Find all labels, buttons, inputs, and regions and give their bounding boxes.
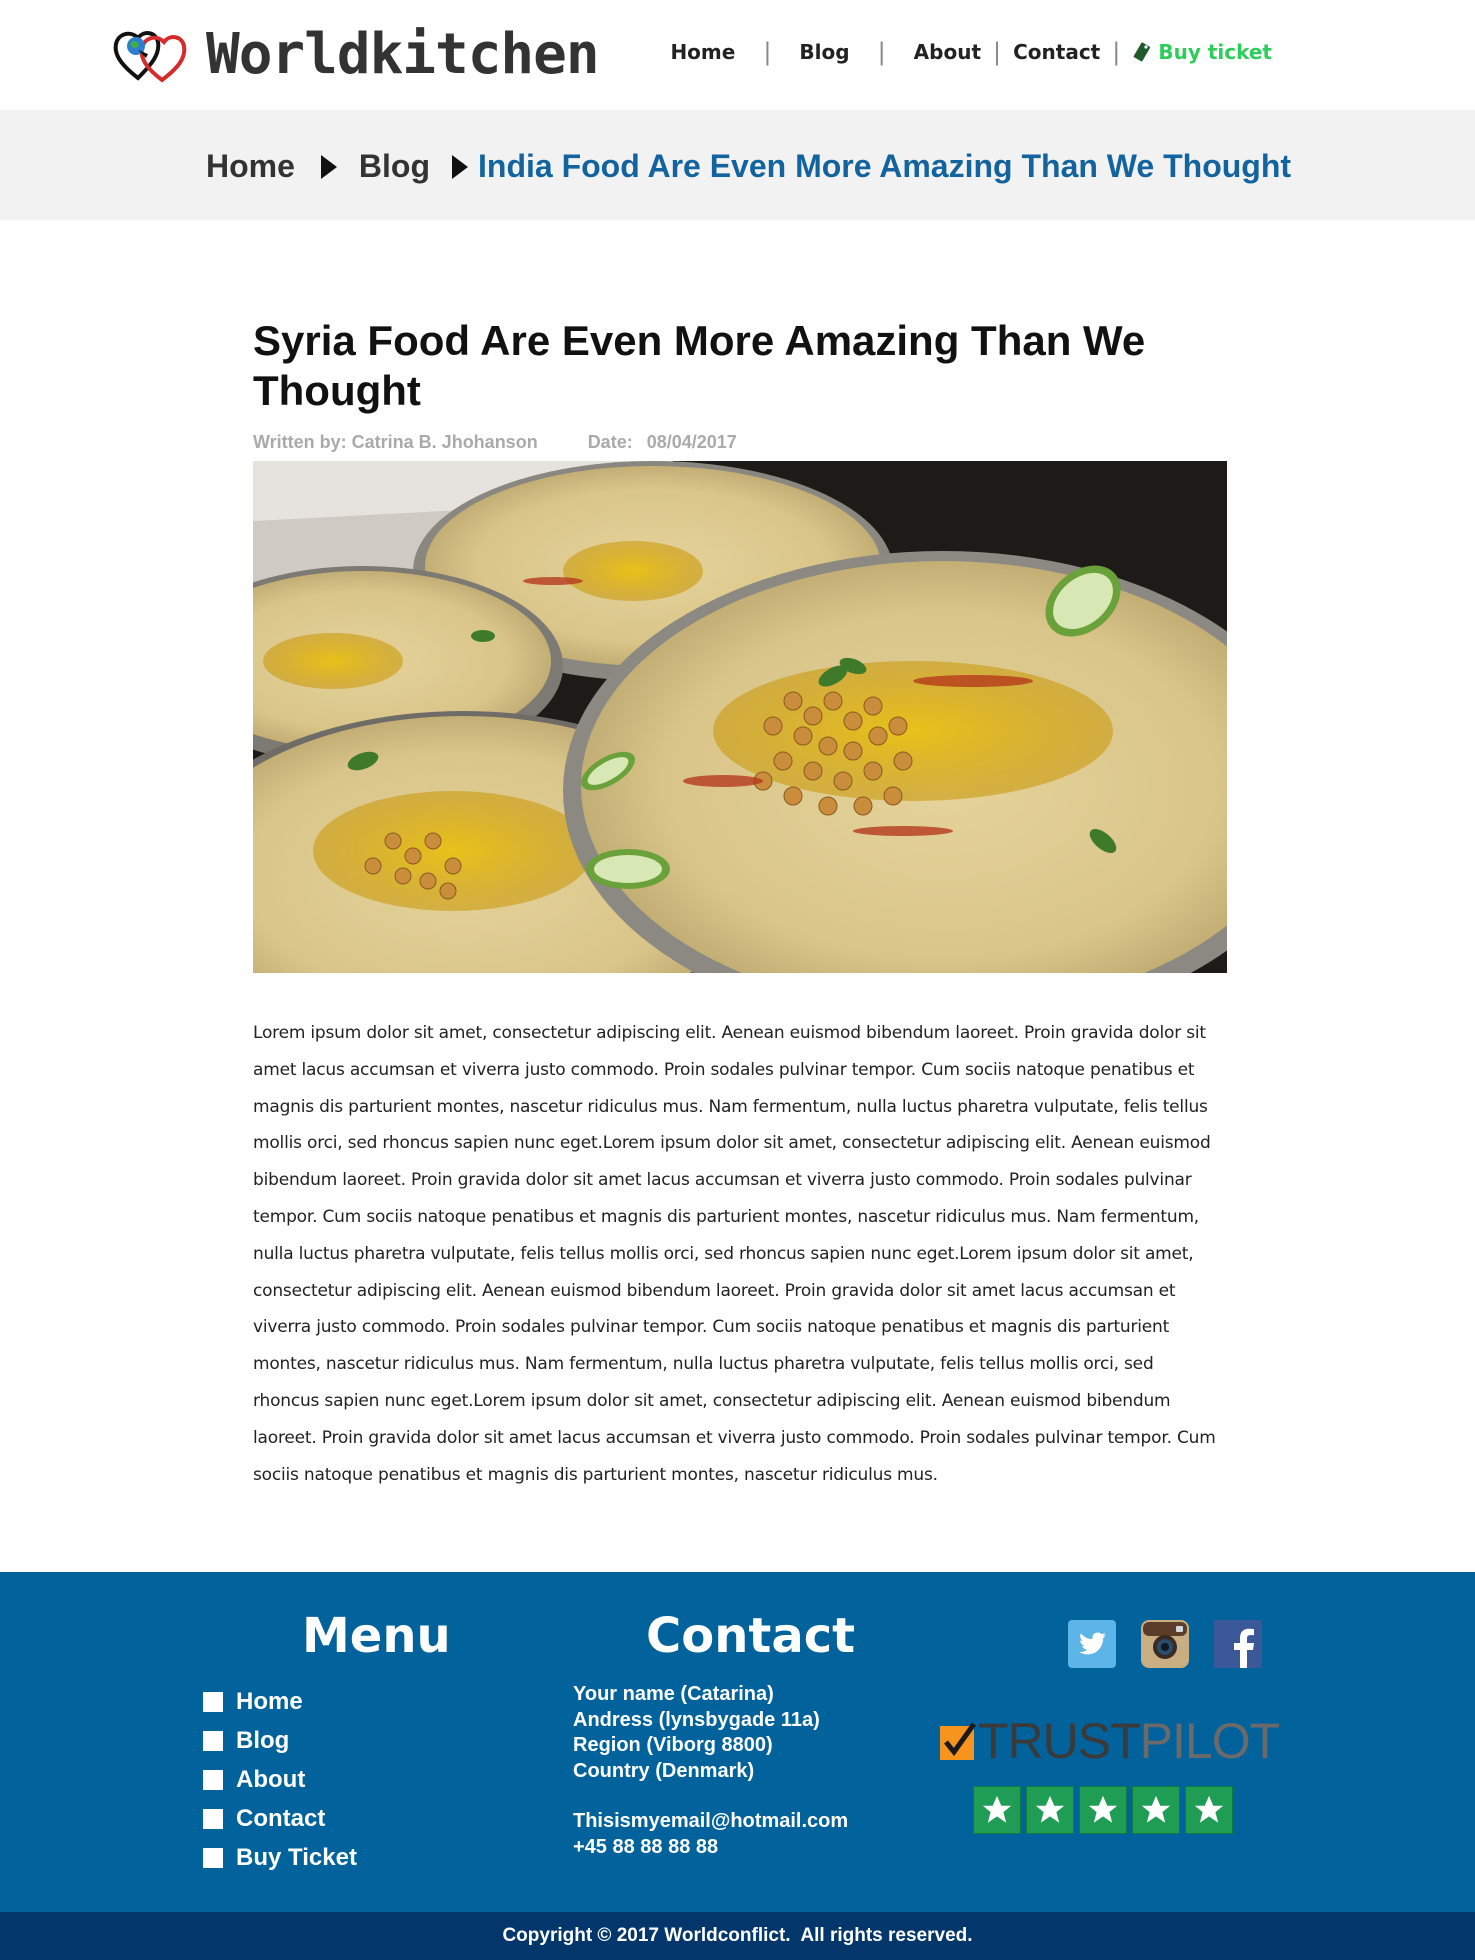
square-bullet-icon [203, 1808, 223, 1829]
breadcrumb-current: India Food Are Even More Amazing Than We… [478, 148, 1292, 184]
footer-menu-item-home[interactable]: Home [203, 1682, 357, 1721]
square-bullet-icon [203, 1730, 223, 1751]
footer-menu: Home Blog About Contact Buy Ticket [203, 1682, 357, 1877]
article-date: 08/04/2017 [646, 432, 737, 452]
square-bullet-icon [203, 1847, 223, 1868]
breadcrumb-arrow-icon [320, 154, 337, 179]
article-body: Lorem ipsum dolor sit amet, consectetur … [253, 1023, 1216, 1485]
nav-home[interactable]: Home [670, 40, 735, 64]
footer-menu-label: Contact [236, 1804, 326, 1832]
nav-separator: | [763, 38, 772, 66]
hummus-plates-photo [253, 461, 1227, 973]
contact-phone: +45 88 88 88 88 [573, 1835, 719, 1858]
instagram-icon[interactable] [1141, 1620, 1189, 1668]
main-nav: Home | Blog | About | Contact | Buy tick… [670, 38, 1272, 66]
footer-contact-title: Contact [646, 1608, 856, 1664]
star-icon [1132, 1786, 1180, 1834]
breadcrumb: Home Blog India Food Are Even More Amazi… [206, 148, 1291, 185]
breadcrumb-blog[interactable]: Blog [359, 148, 430, 185]
footer-contact-info: Your name (Catarina) Andress (lynsbygade… [573, 1682, 848, 1860]
trustpilot-check-icon [940, 1722, 977, 1760]
logo-text: Worldkitchen [206, 22, 600, 87]
article-hero-image [253, 461, 1227, 973]
footer-menu-label: Home [236, 1687, 303, 1715]
star-icon [1185, 1786, 1233, 1834]
contact-name: Your name (Catarina) [573, 1683, 774, 1705]
site-header: Worldkitchen Home | Blog | About | Conta… [0, 0, 1475, 110]
footer-menu-item-buy-ticket[interactable]: Buy Ticket [203, 1838, 357, 1877]
copyright-bar: Copyright © 2017 Worldconflict. All righ… [0, 1912, 1475, 1960]
site-footer: Menu Home Blog About Contact Buy Ticket … [0, 1572, 1475, 1912]
article-title: Syria Food Are Even More Amazing Than We… [253, 317, 1146, 414]
footer-menu-title: Menu [302, 1608, 451, 1664]
star-icon [1079, 1786, 1127, 1834]
footer-menu-label: Buy Ticket [236, 1843, 357, 1871]
breadcrumb-arrow-icon [452, 154, 468, 179]
article: Syria Food Are Even More Amazing Than We… [253, 316, 1227, 1493]
nav-separator: | [1112, 38, 1121, 66]
footer-menu-item-about[interactable]: About [203, 1760, 357, 1799]
nav-separator: | [993, 38, 1002, 66]
nav-buy-ticket-label: Buy ticket [1158, 40, 1272, 64]
article-author: Written by: Catrina B. Jhohanson [253, 432, 538, 452]
facebook-icon[interactable] [1214, 1620, 1262, 1668]
footer-menu-item-contact[interactable]: Contact [203, 1799, 357, 1838]
trustpilot-logo[interactable]: TRUSTPILOT [940, 1713, 1280, 1769]
nav-separator: | [877, 38, 886, 66]
contact-email[interactable]: Thisismyemail@hotmail.com [573, 1809, 848, 1835]
article-date-label: Date: [587, 432, 633, 452]
social-links [1068, 1620, 1287, 1668]
site-logo[interactable]: Worldkitchen [112, 22, 600, 87]
ticket-icon [1134, 42, 1151, 62]
trustpilot-wordmark: TRUSTPILOT [978, 1713, 1280, 1769]
footer-menu-item-blog[interactable]: Blog [203, 1721, 357, 1760]
footer-menu-label: Blog [236, 1726, 290, 1754]
footer-menu-label: About [236, 1765, 306, 1793]
nav-contact[interactable]: Contact [1013, 40, 1100, 64]
article-meta: Written by: Catrina B. Jhohanson Date: 0… [253, 432, 1227, 453]
star-icon [973, 1786, 1021, 1834]
contact-region: Region (Viborg 8800) [573, 1734, 773, 1756]
heart-globe-logo-icon [113, 31, 187, 83]
trustpilot-word-pilot: PILOT [1139, 1713, 1280, 1769]
contact-address: Andress (lynsbygade 11a) [573, 1708, 820, 1731]
nav-blog[interactable]: Blog [799, 40, 849, 64]
contact-gap [573, 1784, 848, 1809]
twitter-icon[interactable] [1068, 1620, 1116, 1668]
contact-country: Country (Denmark) [573, 1759, 755, 1782]
breadcrumb-home[interactable]: Home [206, 148, 295, 185]
trustpilot-word-trust: TRUST [978, 1713, 1141, 1769]
square-bullet-icon [203, 1691, 223, 1712]
nav-about[interactable]: About [914, 40, 981, 64]
trustpilot-stars [973, 1786, 1238, 1834]
square-bullet-icon [203, 1769, 223, 1790]
breadcrumb-bar: Home Blog India Food Are Even More Amazi… [0, 110, 1475, 220]
nav-buy-ticket[interactable]: Buy ticket [1132, 40, 1272, 64]
star-icon [1026, 1786, 1074, 1834]
